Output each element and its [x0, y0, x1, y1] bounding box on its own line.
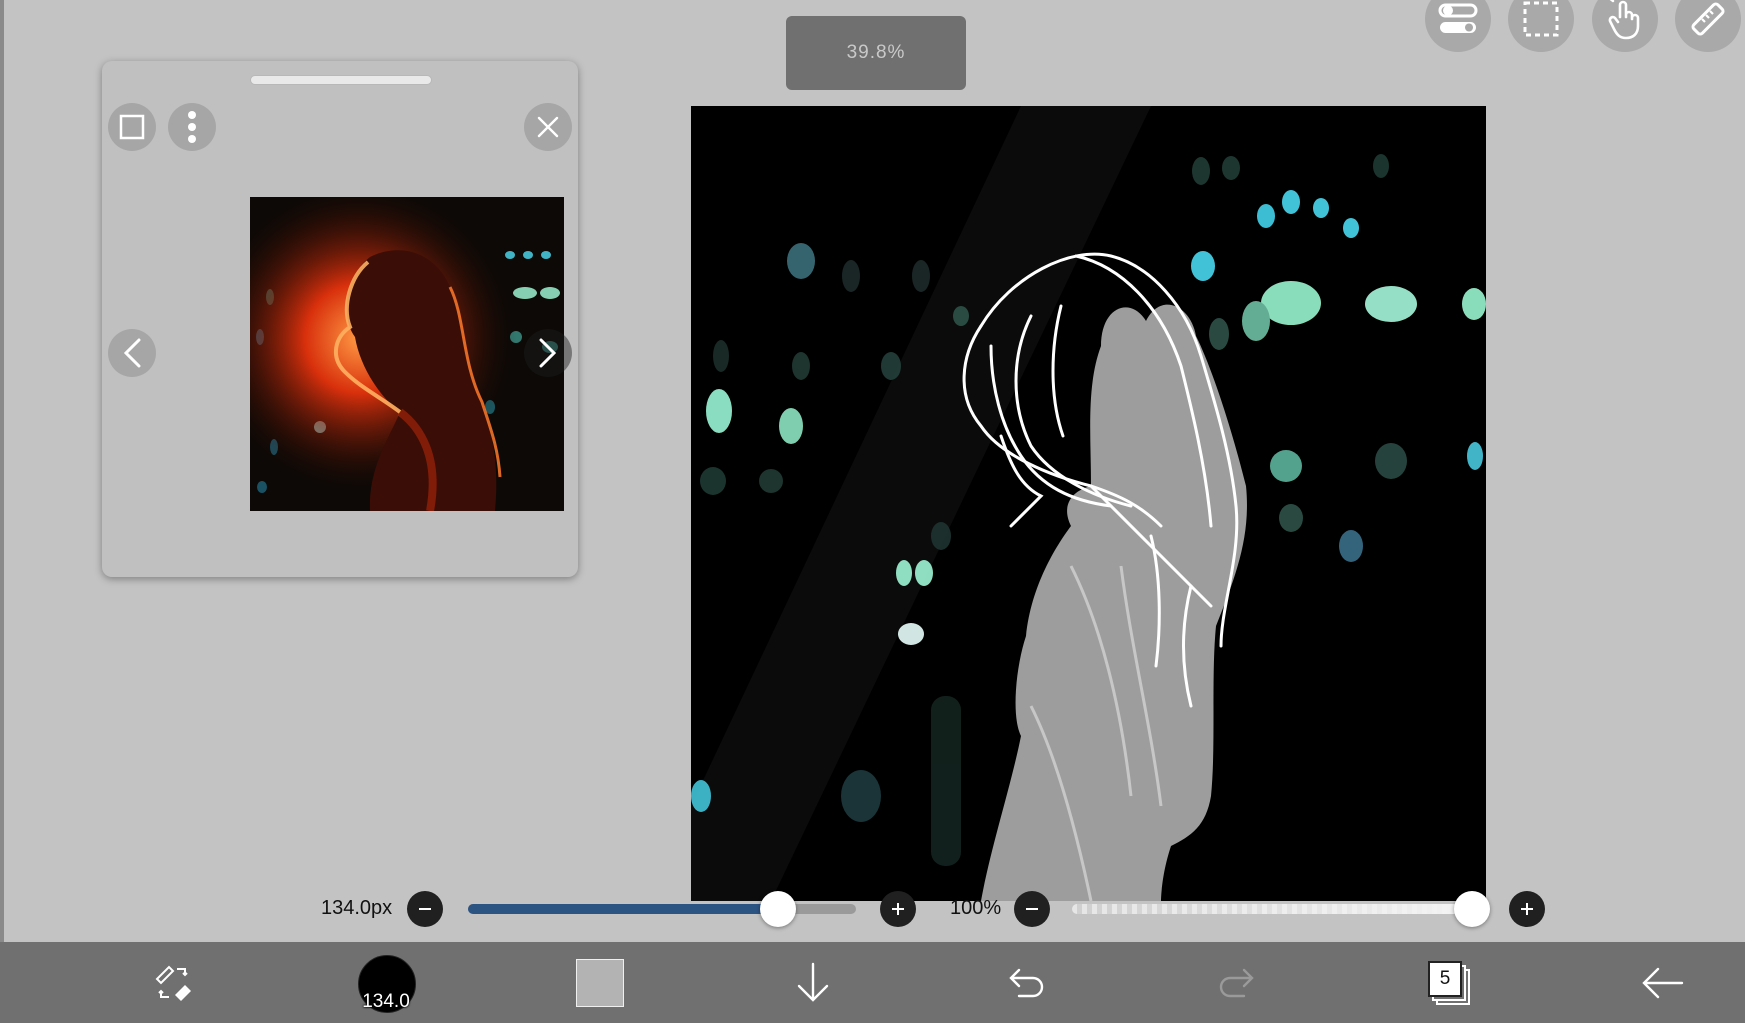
opacity-slider-thumb[interactable]: [1454, 891, 1490, 927]
redo-button[interactable]: [1193, 942, 1283, 1023]
opacity-slider[interactable]: [1072, 891, 1490, 927]
brush-eraser-swap-icon: [155, 965, 191, 1001]
toggle-settings-button[interactable]: [1425, 0, 1491, 52]
reference-fit-button[interactable]: [108, 103, 156, 151]
ruler-button[interactable]: [1675, 0, 1741, 52]
more-vertical-icon: [188, 111, 196, 143]
brush-size-slider-fill: [468, 904, 778, 914]
toggle-settings-icon: [1438, 3, 1478, 33]
swap-brush-eraser-button[interactable]: [128, 942, 218, 1023]
minus-icon: [1026, 908, 1038, 910]
brush-size-increase-button[interactable]: [880, 891, 916, 927]
chevron-right-icon: [539, 338, 557, 368]
left-edge-divider: [0, 0, 4, 942]
opacity-value: 100%: [950, 897, 1002, 919]
reference-menu-button[interactable]: [168, 103, 216, 151]
reference-image: [250, 197, 564, 511]
brush-preview-button[interactable]: 134.0: [341, 942, 431, 1023]
undo-icon: [1009, 968, 1044, 997]
reference-close-button[interactable]: [524, 103, 572, 151]
layer-count: 5: [1428, 960, 1462, 997]
minus-icon: [419, 908, 431, 910]
opacity-decrease-button[interactable]: [1014, 891, 1050, 927]
drawing-canvas[interactable]: [691, 106, 1486, 901]
square-icon: [119, 114, 145, 140]
hand-gesture-icon: [1608, 0, 1640, 40]
arrow-down-icon: [797, 962, 829, 1002]
bottom-toolbar: 134.0 5: [0, 942, 1745, 1023]
close-icon: [537, 116, 559, 138]
opacity-increase-button[interactable]: [1509, 891, 1545, 927]
reference-prev-button[interactable]: [108, 329, 156, 377]
back-button[interactable]: [1618, 942, 1708, 1023]
opacity-slider-fill: [1072, 904, 1472, 914]
brush-size-slider[interactable]: [468, 891, 856, 927]
layers-icon: 5: [1428, 960, 1472, 1005]
reference-drag-handle[interactable]: [250, 75, 432, 85]
color-swatch-button[interactable]: [555, 942, 645, 1023]
chevron-left-icon: [123, 338, 141, 368]
save-download-button[interactable]: [768, 942, 858, 1023]
plus-icon: [1521, 903, 1533, 915]
undo-button[interactable]: [980, 942, 1070, 1023]
arrow-left-icon: [1642, 967, 1684, 998]
zoom-indicator: 39.8%: [786, 16, 966, 90]
brush-size-slider-thumb[interactable]: [760, 891, 796, 927]
hand-gesture-button[interactable]: [1592, 0, 1658, 52]
reference-window[interactable]: [102, 61, 578, 577]
selection-icon: [1523, 1, 1559, 37]
brush-size-decrease-button[interactable]: [407, 891, 443, 927]
color-swatch: [576, 958, 624, 1007]
plus-icon: [892, 903, 904, 915]
selection-button[interactable]: [1508, 0, 1574, 52]
ruler-icon: [1691, 2, 1725, 36]
brush-preview-label: 134.0: [362, 990, 410, 1012]
redo-icon: [1219, 968, 1254, 997]
layers-button[interactable]: 5: [1405, 942, 1495, 1023]
brush-size-value: 134.0px: [321, 897, 393, 919]
reference-next-button[interactable]: [524, 329, 572, 377]
